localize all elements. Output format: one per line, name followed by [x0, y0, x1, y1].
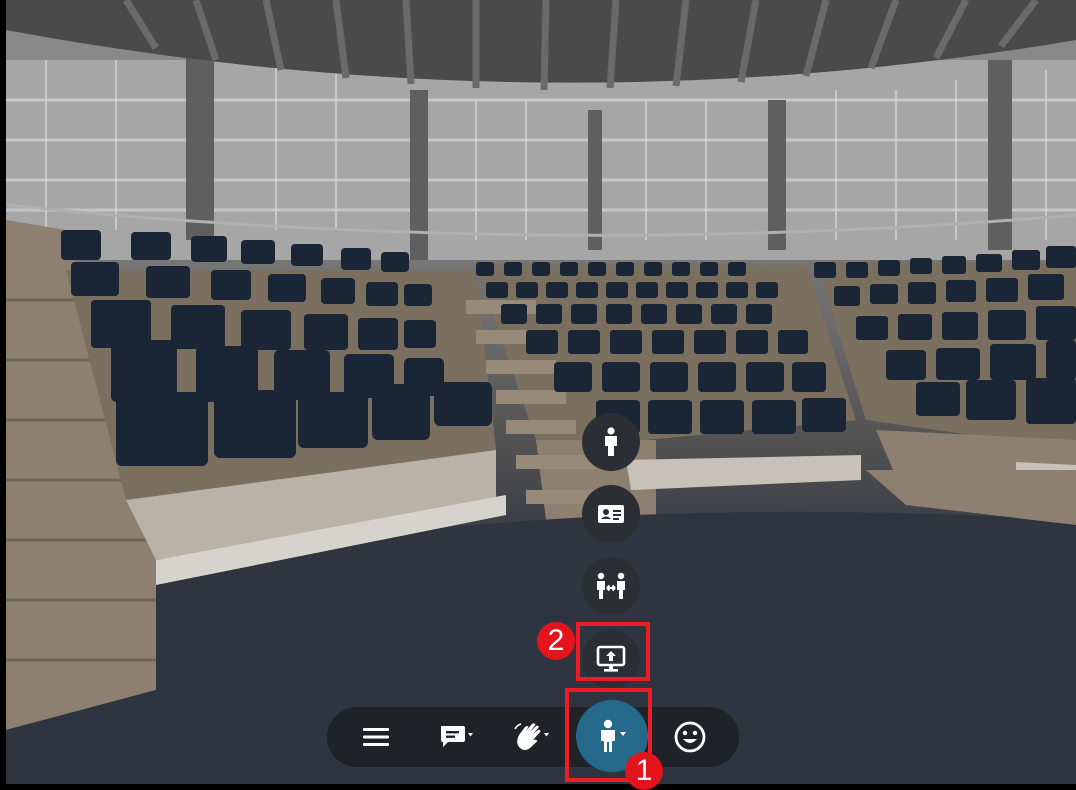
highlight-box-2: [576, 622, 650, 681]
step-badge-1: 1: [625, 752, 663, 790]
hamburger-menu-icon: [363, 728, 389, 746]
smiley-face-icon: [674, 721, 706, 753]
contact-card-icon: [598, 505, 624, 523]
emoji-button[interactable]: [665, 707, 715, 767]
bottom-toolbar: [327, 700, 739, 772]
lecture-hall-scene: [6, 0, 1076, 784]
chat-bubble-icon: [441, 726, 473, 747]
avatar-action-button[interactable]: [582, 413, 640, 471]
menu-button[interactable]: [353, 707, 399, 767]
wave-button[interactable]: [507, 707, 557, 767]
waving-hand-icon: [514, 723, 549, 750]
chevron-down-icon: [468, 733, 473, 737]
contact-card-action-button[interactable]: [582, 485, 640, 543]
lecture-hall-illustration: [6, 0, 1076, 784]
two-people-exchange-icon: [597, 572, 625, 599]
person-standing-icon: [605, 427, 617, 456]
meet-action-button[interactable]: [582, 557, 640, 615]
chat-button[interactable]: [431, 707, 481, 767]
chevron-down-icon: [544, 733, 549, 737]
step-badge-2: 2: [537, 622, 575, 660]
